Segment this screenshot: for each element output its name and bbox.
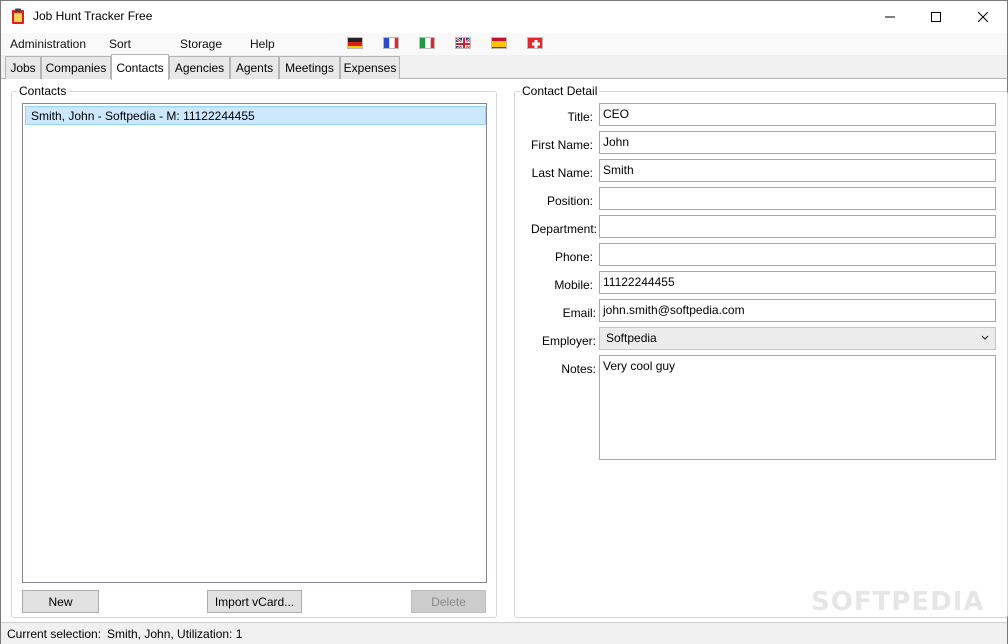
close-icon bbox=[978, 12, 988, 22]
maximize-button[interactable] bbox=[913, 1, 959, 33]
french-flag-icon[interactable] bbox=[383, 37, 399, 49]
contact-detail-title: Contact Detail bbox=[520, 84, 600, 98]
close-button[interactable] bbox=[960, 1, 1006, 33]
tab-expenses[interactable]: Expenses bbox=[340, 56, 400, 79]
department-label: Department: bbox=[530, 222, 597, 236]
tab-agents[interactable]: Agents bbox=[230, 56, 279, 79]
german-flag-icon[interactable] bbox=[347, 37, 363, 49]
minimize-button[interactable] bbox=[867, 1, 913, 33]
first-name-field[interactable]: John bbox=[599, 131, 996, 154]
phone-label: Phone: bbox=[554, 250, 593, 264]
tab-meetings[interactable]: Meetings bbox=[279, 56, 340, 79]
title-bar: Job Hunt Tracker Free bbox=[1, 1, 1007, 33]
notes-label: Notes: bbox=[561, 362, 596, 376]
app-window: Job Hunt Tracker Free Administration Sor… bbox=[0, 0, 1008, 644]
swiss-flag-icon[interactable] bbox=[527, 37, 543, 49]
department-field[interactable] bbox=[599, 215, 996, 238]
menu-bar: Administration Sort Storage Help bbox=[1, 33, 1007, 55]
employer-select[interactable]: Softpedia bbox=[599, 327, 996, 350]
contacts-group-title: Contacts bbox=[17, 84, 69, 98]
list-item[interactable]: Smith, John - Softpedia - M: 11122244455 bbox=[25, 106, 486, 125]
tab-jobs[interactable]: Jobs bbox=[5, 56, 41, 79]
maximize-icon bbox=[931, 12, 941, 22]
tab-strip: Jobs Companies Contacts Agencies Agents … bbox=[1, 54, 1007, 80]
status-bar: Current selection: Smith, John, Utilizat… bbox=[1, 622, 1007, 644]
menu-help[interactable]: Help bbox=[250, 37, 275, 51]
menu-storage[interactable]: Storage bbox=[180, 37, 222, 51]
menu-administration[interactable]: Administration bbox=[10, 37, 86, 51]
tab-contacts[interactable]: Contacts bbox=[111, 54, 169, 80]
menu-sort[interactable]: Sort bbox=[109, 37, 131, 51]
position-label: Position: bbox=[546, 194, 593, 208]
window-title: Job Hunt Tracker Free bbox=[33, 9, 153, 23]
employer-label: Employer: bbox=[541, 334, 596, 348]
phone-field[interactable] bbox=[599, 243, 996, 266]
spanish-flag-icon[interactable] bbox=[491, 37, 507, 49]
employer-selected-value: Softpedia bbox=[606, 331, 657, 345]
watermark: SOFTPEDIA bbox=[811, 587, 985, 617]
first-name-label: First Name: bbox=[530, 138, 593, 152]
mobile-field[interactable]: 11122244455 bbox=[599, 271, 996, 294]
clipboard-icon bbox=[12, 8, 24, 24]
last-name-field[interactable]: Smith bbox=[599, 159, 996, 182]
chevron-down-icon bbox=[981, 335, 989, 340]
status-label: Current selection: bbox=[7, 627, 102, 641]
status-value: Smith, John, Utilization: 1 bbox=[107, 627, 243, 641]
title-field[interactable]: CEO bbox=[599, 103, 996, 126]
new-button[interactable]: New bbox=[22, 590, 99, 613]
tab-companies[interactable]: Companies bbox=[41, 56, 111, 79]
tab-agencies[interactable]: Agencies bbox=[169, 56, 230, 79]
contacts-list[interactable]: Smith, John - Softpedia - M: 11122244455 bbox=[22, 103, 487, 583]
delete-button[interactable]: Delete bbox=[411, 590, 486, 613]
minimize-icon bbox=[885, 16, 895, 18]
position-field[interactable] bbox=[599, 187, 996, 210]
title-label: Title: bbox=[567, 110, 593, 124]
import-vcard-button[interactable]: Import vCard... bbox=[207, 590, 302, 613]
italian-flag-icon[interactable] bbox=[419, 37, 435, 49]
mobile-label: Mobile: bbox=[554, 278, 593, 292]
last-name-label: Last Name: bbox=[531, 166, 593, 180]
british-flag-icon[interactable] bbox=[455, 37, 471, 49]
notes-textarea[interactable]: Very cool guy bbox=[599, 355, 996, 460]
email-label: Email: bbox=[562, 306, 596, 320]
email-field[interactable]: john.smith@softpedia.com bbox=[599, 299, 996, 322]
